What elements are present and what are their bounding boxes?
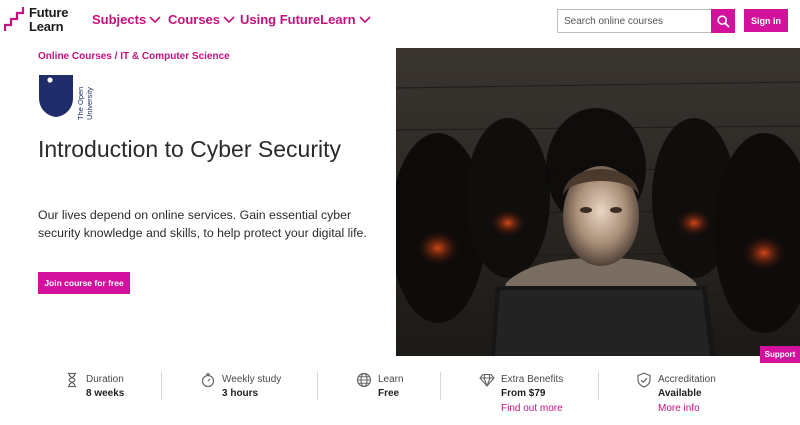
hero-illustration [396,48,800,356]
logo-text-line1: Future [29,5,69,20]
nav-using-futurelearn-label: Using FutureLearn [240,12,356,27]
shield-check-icon [637,372,651,388]
breadcrumb: Online Courses / IT & Computer Science [38,51,230,62]
course-title: Introduction to Cyber Security [38,136,341,162]
find-out-more-link[interactable]: Find out more [501,403,563,414]
course-info-bar: Duration 8 weeks Weekly study 3 hours Le… [0,356,800,425]
more-info-link[interactable]: More info [658,403,700,414]
search-icon [716,14,730,28]
nav-using-futurelearn[interactable]: Using FutureLearn [240,12,371,27]
partner-name-line2: University [85,87,94,120]
join-course-button[interactable]: Join course for free [38,272,130,294]
futurelearn-logo-icon [4,7,25,31]
nav-subjects[interactable]: Subjects [92,12,161,27]
duration-label: Duration [86,374,124,385]
weekly-study-value: 3 hours [222,388,259,399]
extra-benefits-label: Extra Benefits [501,374,564,385]
search-box [557,9,735,33]
chevron-down-icon [359,15,371,23]
logo-text-line2: Learn [29,19,64,34]
search-input[interactable] [558,10,712,32]
futurelearn-logo[interactable]: Future Learn [4,6,68,34]
sign-in-button[interactable]: Sign in [744,9,788,32]
hero-image [396,48,800,356]
info-divider [161,372,162,400]
extra-benefits-value: From $79 [501,388,546,399]
site-header: Future Learn Subjects Courses Using Futu… [0,0,800,44]
course-description: Our lives depend on online services. Gai… [38,208,367,240]
chevron-down-icon [223,15,235,23]
breadcrumb-it-computer-science[interactable]: IT & Computer Science [120,51,229,62]
diamond-icon [479,373,495,387]
open-university-shield-icon [39,75,73,117]
nav-courses[interactable]: Courses [168,12,235,27]
breadcrumb-separator: / [111,51,121,62]
globe-icon [356,372,372,388]
nav-courses-label: Courses [168,12,221,27]
learn-label: Learn [378,374,404,385]
learn-value: Free [378,388,400,399]
partner-logo[interactable]: The Open University [38,72,104,120]
breadcrumb-online-courses[interactable]: Online Courses [38,51,112,62]
weekly-study-label: Weekly study [222,374,282,385]
info-divider [598,372,599,400]
info-divider [317,372,318,400]
partner-name: The Open University [76,72,94,120]
nav-subjects-label: Subjects [92,12,147,27]
duration-value: 8 weeks [86,388,125,399]
accreditation-value: Available [658,388,702,399]
search-button[interactable] [711,9,735,33]
chevron-down-icon [149,15,161,23]
partner-name-line1: The Open [76,86,85,120]
hourglass-icon [68,372,76,388]
accreditation-label: Accreditation [658,374,716,385]
stopwatch-icon [201,373,215,388]
info-divider [440,372,441,400]
